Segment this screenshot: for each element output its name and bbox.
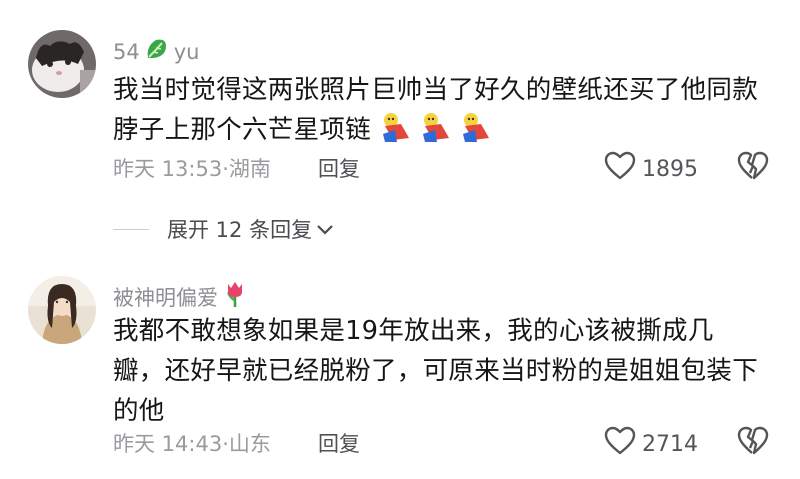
broken-heart-icon[interactable] [737,151,769,181]
tulip-emoji-icon [222,280,248,313]
comment-time: 昨天 13:53 [113,157,223,181]
comment-meta: 昨天 14:43·山东 [113,428,271,458]
reply-button[interactable]: 回复 [318,428,360,458]
like-button[interactable]: 2714 [604,426,698,462]
meta-separator: · [222,432,229,456]
comment-meta: 昨天 13:53·湖南 [113,153,271,183]
username-suffix: yu [173,39,200,64]
like-count: 1895 [642,156,698,182]
username[interactable]: 被神明偏爱 [113,280,248,313]
comment-time: 昨天 14:43 [113,432,223,456]
username-text: 54 [113,39,140,64]
reply-button[interactable]: 回复 [318,153,360,183]
chevron-down-icon [316,217,334,241]
leafy-green-emoji-icon [144,36,170,67]
like-button[interactable]: 1895 [604,151,698,187]
expand-replies-label: 展开 12 条回复 [167,218,313,242]
username-text: 被神明偏爱 [113,285,218,310]
like-count: 2714 [642,431,698,457]
broken-heart-icon[interactable] [737,426,769,456]
comment-text-block: 我当时觉得这两张照片巨帅当了好久的壁纸还买了他同款脖子上那个六芒星项链 [113,70,763,156]
expand-replies-button[interactable]: 展开 12 条回复 [113,214,334,244]
heart-icon [604,426,636,462]
heart-icon [604,151,636,187]
comment-location: 山东 [228,432,271,456]
avatar[interactable] [28,30,96,98]
comment-text: 我都不敢想象如果是19年放出来，我的心该被撕成几瓣，还好早就已经脱粉了，可原来当… [113,316,759,426]
divider-line [113,228,149,230]
avatar[interactable] [28,276,96,344]
comment-location: 湖南 [228,157,271,181]
username[interactable]: 54 yu [113,36,199,67]
doll-emoji-icon [379,112,495,156]
meta-separator: · [222,157,229,181]
